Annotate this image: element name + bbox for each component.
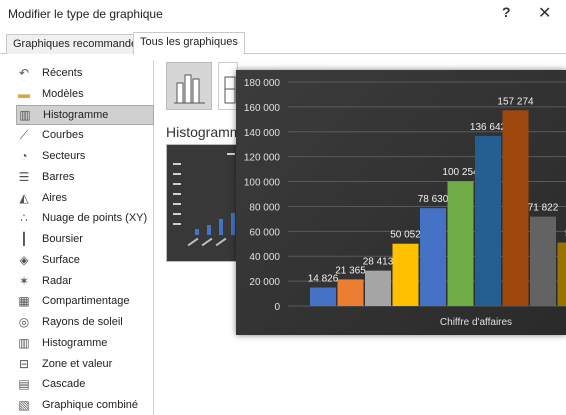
y-tick-label: 160 000 <box>244 103 281 114</box>
column-chart-icon: ▥ <box>19 107 31 122</box>
sidebar-item-label: Récents <box>42 67 83 79</box>
sidebar-item-box-whisker-chart[interactable]: ⊟ Zone et valeur <box>16 354 154 374</box>
stock-chart-icon: ┃ <box>20 232 28 246</box>
data-label: 71 822 <box>528 203 559 214</box>
scatter-chart-icon: ∴ <box>20 211 28 226</box>
undo-icon: ↶ <box>18 66 30 80</box>
bar <box>337 279 364 306</box>
chart-subtype-title: Histogramme <box>166 124 236 140</box>
sidebar-item-label: Modèles <box>42 87 84 100</box>
bar <box>310 287 336 306</box>
bar-chart-icon: ☰ <box>18 169 30 184</box>
sidebar-item-column-chart[interactable]: ▥ Histogramme <box>16 104 154 125</box>
waterfall-chart-icon: ▤ <box>18 377 30 392</box>
treemap-chart-icon: ▦ <box>18 294 30 309</box>
data-label: 78 630 <box>418 194 449 205</box>
chart-preview-popup: 0 20 000 40 000 60 000 80 000 100 000 120 000 1… <box>236 70 566 335</box>
data-label: 14 826 <box>308 274 339 285</box>
sidebar-item-label: Courbes <box>42 129 84 142</box>
combo-chart-icon: ▧ <box>18 398 30 412</box>
sidebar-item-undo[interactable]: ↶ Récents <box>16 63 154 83</box>
bar <box>392 243 419 306</box>
clustered-column-thumbnail[interactable] <box>166 62 212 110</box>
data-label: 136 642 <box>470 122 507 133</box>
sidebar-item-label: Graphique combiné <box>42 399 139 411</box>
surface-chart-icon: ◈ <box>19 252 29 267</box>
sidebar-item-label: Histogramme <box>42 336 108 349</box>
column-chart-icon <box>174 74 205 104</box>
sidebar-item-label: Compartimentage <box>42 295 130 308</box>
line-chart-icon: ⟋ <box>19 128 29 143</box>
data-label: 100 254 <box>442 167 479 178</box>
sidebar-item-waterfall-chart[interactable]: ▤ Cascade <box>16 374 154 394</box>
close-button[interactable]: ✕ <box>538 3 551 23</box>
folder-icon: ▬ <box>18 86 30 101</box>
sidebar-item-label: Rayons de soleil <box>42 316 123 328</box>
window-title: Modifier le type de graphique <box>8 7 163 21</box>
sidebar-item-label: Radar <box>42 274 72 287</box>
bar <box>502 110 529 306</box>
sidebar-item-label: Boursier <box>42 233 83 245</box>
y-tick-label: 180 000 <box>244 78 281 89</box>
sidebar-item-label: Aires <box>42 191 68 204</box>
sidebar-item-radar-chart[interactable]: ✶ Radar <box>16 271 154 291</box>
bar <box>365 270 391 306</box>
tab-recommended-charts[interactable]: Graphiques recommandés <box>6 34 150 54</box>
chart-type-sidebar: ↶ Récents ▬ Modèles ▥ Histogramme ⟋ Courbes ◔ Sec… <box>8 60 154 415</box>
histogram-chart-icon: ▥ <box>18 335 30 350</box>
sidebar-item-label: Zone et valeur <box>42 357 113 370</box>
y-tick-label: 120 000 <box>244 153 281 164</box>
help-button[interactable]: ? <box>502 4 511 20</box>
area-chart-icon: ◭ <box>19 190 29 205</box>
y-tick-label: 80 000 <box>249 202 280 213</box>
chart-preview-thumbnail[interactable] <box>166 144 238 262</box>
sidebar-item-scatter-chart[interactable]: ∴ Nuage de points (XY) <box>16 208 154 228</box>
y-tick-label: 40 000 <box>249 252 280 263</box>
radar-chart-icon: ✶ <box>18 273 30 288</box>
sidebar-item-pie-chart[interactable]: ◔ Secteurs <box>16 146 154 166</box>
column-chart: 0 20 000 40 000 60 000 80 000 100 000 120 000 1… <box>244 78 566 328</box>
sidebar-item-label: Cascade <box>42 378 86 391</box>
y-tick-label: 140 000 <box>244 128 281 139</box>
data-label: 157 274 <box>497 96 534 107</box>
pie-chart-icon: ◔ <box>20 149 28 163</box>
y-tick-label: 100 000 <box>244 178 281 189</box>
tab-all-charts[interactable]: Tous les graphiques <box>133 32 245 55</box>
sidebar-item-bar-chart[interactable]: ☰ Barres <box>16 167 154 187</box>
sidebar-item-stock-chart[interactable]: ┃ Boursier <box>16 229 154 249</box>
sidebar-item-surface-chart[interactable]: ◈ Surface <box>16 250 154 270</box>
sidebar-item-label: Nuage de points (XY) <box>42 212 148 225</box>
bar <box>447 181 474 306</box>
data-label: 50 052 <box>390 230 421 241</box>
bar <box>530 216 556 306</box>
y-tick-label: 60 000 <box>249 227 280 238</box>
sidebar-item-label: Histogramme <box>43 108 109 121</box>
sidebar-item-sunburst-chart[interactable]: ◎ Rayons de soleil <box>16 312 154 332</box>
bar <box>475 135 501 306</box>
y-tick-label: 20 000 <box>249 277 280 288</box>
stacked-column-thumbnail[interactable] <box>218 62 238 110</box>
y-tick-label: 0 <box>274 302 280 313</box>
x-axis-label: Chiffre d'affaires <box>440 317 512 328</box>
box-whisker-chart-icon: ⊟ <box>18 356 30 371</box>
title-bar: Modifier le type de graphique ? ✕ <box>0 0 566 28</box>
sidebar-item-label: Barres <box>42 170 75 183</box>
sunburst-chart-icon: ◎ <box>18 315 30 329</box>
bar <box>557 242 566 306</box>
sidebar-item-area-chart[interactable]: ◭ Aires <box>16 188 154 208</box>
tab-strip: Graphiques recommandés Tous les graphiqu… <box>0 30 566 55</box>
sidebar-item-combo-chart[interactable]: ▧ Graphique combiné <box>16 395 154 415</box>
sidebar-item-line-chart[interactable]: ⟋ Courbes <box>16 125 154 145</box>
bar <box>420 208 446 306</box>
sidebar-item-label: Secteurs <box>42 150 86 162</box>
sidebar-item-folder[interactable]: ▬ Modèles <box>16 84 154 104</box>
sidebar-item-treemap-chart[interactable]: ▦ Compartimentage <box>16 291 154 311</box>
data-label: 28 413 <box>363 257 394 268</box>
sidebar-item-histogram-chart[interactable]: ▥ Histogramme <box>16 333 154 353</box>
sidebar-item-label: Surface <box>42 253 80 266</box>
data-label: 21 365 <box>335 265 366 276</box>
mini-chart-graphic <box>167 145 237 261</box>
